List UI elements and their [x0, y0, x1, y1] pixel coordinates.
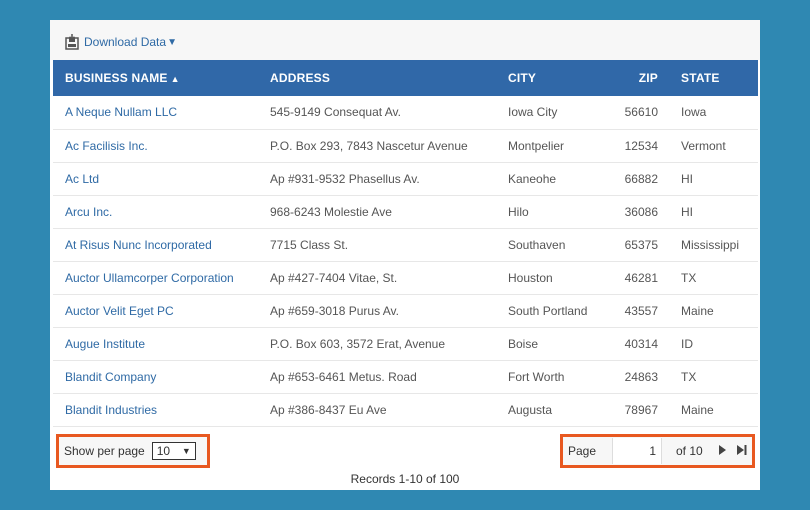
cell-zip: 24863 [624, 369, 658, 384]
per-page-value: 10 [156, 444, 171, 458]
cell-address: Ap #931-9532 Phasellus Av. [270, 171, 420, 186]
cell-state: TX [681, 369, 697, 384]
cell-business-name[interactable]: Arcu Inc. [53, 195, 258, 228]
cell-state: Maine [681, 303, 714, 318]
cell-business-name[interactable]: Blandit Company [53, 360, 258, 393]
table-row[interactable]: Ac Ltd Ap #931-9532 Phasellus Av. Kaneohe 6… [53, 162, 758, 195]
cell-zip: 56610 [624, 105, 658, 120]
table-row[interactable]: At Risus Nunc Incorporated 7715 Class St.… [53, 228, 758, 261]
last-page-icon[interactable] [736, 444, 748, 458]
table-row[interactable]: Arcu Inc. 968-6243 Molestie Ave Hilo 36086 H… [53, 195, 758, 228]
table-row[interactable]: Blandit Industries Ap #386-8437 Eu Ave Aug… [53, 393, 758, 426]
cell-state: Iowa [681, 105, 707, 120]
dropdown-arrow-icon: ▼ [181, 446, 191, 456]
cell-zip: 36086 [624, 204, 658, 219]
cell-address: 7715 Class St. [270, 237, 349, 252]
per-page-label: Show per page [64, 444, 145, 458]
table-row[interactable]: Blandit Company Ap #653-6461 Metus. Road F… [53, 360, 758, 393]
cell-address: P.O. Box 293, 7843 Nascetur Avenue [270, 138, 468, 153]
page-number-input[interactable]: 1 [612, 438, 662, 464]
cell-address: P.O. Box 603, 3572 Erat, Avenue [270, 336, 446, 351]
per-page-select[interactable]: 10 ▼ [151, 442, 196, 460]
save-download-icon [65, 34, 79, 50]
next-page-icon[interactable] [718, 444, 730, 458]
chevron-down-icon: ▼ [167, 36, 177, 48]
column-header-business-name[interactable]: BUSINESS NAME ▲ [53, 60, 258, 96]
cell-zip: 43557 [624, 303, 658, 318]
download-data-button[interactable]: Download Data ▼ [65, 33, 177, 51]
cell-city: Southaven [508, 237, 566, 252]
cell-zip: 78967 [624, 402, 658, 417]
cell-business-name[interactable]: Auctor Ullamcorper Corporation [53, 261, 258, 294]
cell-business-name[interactable]: Ac Facilisis Inc. [53, 129, 258, 162]
cell-state: HI [681, 171, 693, 186]
cell-city: Montpelier [508, 138, 565, 153]
per-page-control: Show per page 10 ▼ [56, 434, 210, 468]
cell-zip: 12534 [624, 138, 658, 153]
table-row[interactable]: A Neque Nullam LLC 545-9149 Consequat Av.… [53, 96, 758, 129]
cell-address: 968-6243 Molestie Ave [270, 204, 392, 219]
table-row[interactable]: Augue Institute P.O. Box 603, 3572 Erat, … [53, 327, 758, 360]
cell-address: Ap #386-8437 Eu Ave [270, 402, 387, 417]
cell-city: Kaneohe [508, 171, 557, 186]
cell-state: HI [681, 204, 693, 219]
cell-zip: 65375 [624, 237, 658, 252]
records-summary: Records 1-10 of 100 [350, 472, 460, 486]
grid-panel: Download Data ▼ BUSINESS NAME ▲ ADDRESS C… [50, 20, 760, 490]
cell-business-name[interactable]: At Risus Nunc Incorporated [53, 228, 258, 261]
cell-business-name[interactable]: Ac Ltd [53, 162, 258, 195]
cell-state: TX [681, 270, 697, 285]
cell-address: Ap #659-3018 Purus Av. [270, 303, 399, 318]
cell-business-name[interactable]: Blandit Industries [53, 393, 258, 426]
cell-city: Iowa City [508, 105, 558, 120]
table-row[interactable]: Auctor Ullamcorper Corporation Ap #427-74… [53, 261, 758, 294]
cell-business-name[interactable]: A Neque Nullam LLC [53, 96, 258, 129]
column-header-state[interactable]: STATE [658, 60, 758, 96]
cell-address: Ap #653-6461 Metus. Road [270, 369, 417, 384]
cell-city: Houston [508, 270, 553, 285]
cell-city: Hilo [508, 204, 529, 219]
cell-zip: 66882 [624, 171, 658, 186]
cell-zip: 40314 [624, 336, 658, 351]
cell-zip: 46281 [624, 270, 658, 285]
cell-business-name[interactable]: Augue Institute [53, 327, 258, 360]
page-count-label: of 10 [676, 444, 703, 458]
column-header-city[interactable]: CITY [496, 60, 596, 96]
column-header-zip[interactable]: ZIP [596, 60, 658, 96]
download-data-label: Download Data [84, 35, 167, 49]
cell-city: Augusta [508, 402, 553, 417]
cell-city: South Portland [508, 303, 588, 318]
grid-toolbar: Download Data ▼ [50, 20, 760, 60]
business-table: BUSINESS NAME ▲ ADDRESS CITY ZIP STATE A … [53, 60, 758, 427]
cell-state: Vermont [681, 138, 726, 153]
table-row[interactable]: Auctor Velit Eget PC Ap #659-3018 Purus A… [53, 294, 758, 327]
page-label: Page [568, 444, 597, 458]
cell-address: Ap #427-7404 Vitae, St. [270, 270, 398, 285]
table-header-row: BUSINESS NAME ▲ ADDRESS CITY ZIP STATE [53, 60, 758, 96]
pagination-control: Page 1 of 10 [560, 434, 755, 468]
column-header-address[interactable]: ADDRESS [258, 60, 496, 96]
cell-state: ID [681, 336, 693, 351]
cell-city: Fort Worth [508, 369, 565, 384]
cell-business-name[interactable]: Auctor Velit Eget PC [53, 294, 258, 327]
cell-state: Mississippi [681, 237, 740, 252]
cell-city: Boise [508, 336, 539, 351]
sort-ascending-icon: ▲ [170, 74, 180, 84]
cell-state: Maine [681, 402, 714, 417]
table-row[interactable]: Ac Facilisis Inc. P.O. Box 293, 7843 Nasc… [53, 129, 758, 162]
cell-address: 545-9149 Consequat Av. [270, 105, 401, 120]
column-header-label: BUSINESS NAME [65, 71, 168, 85]
